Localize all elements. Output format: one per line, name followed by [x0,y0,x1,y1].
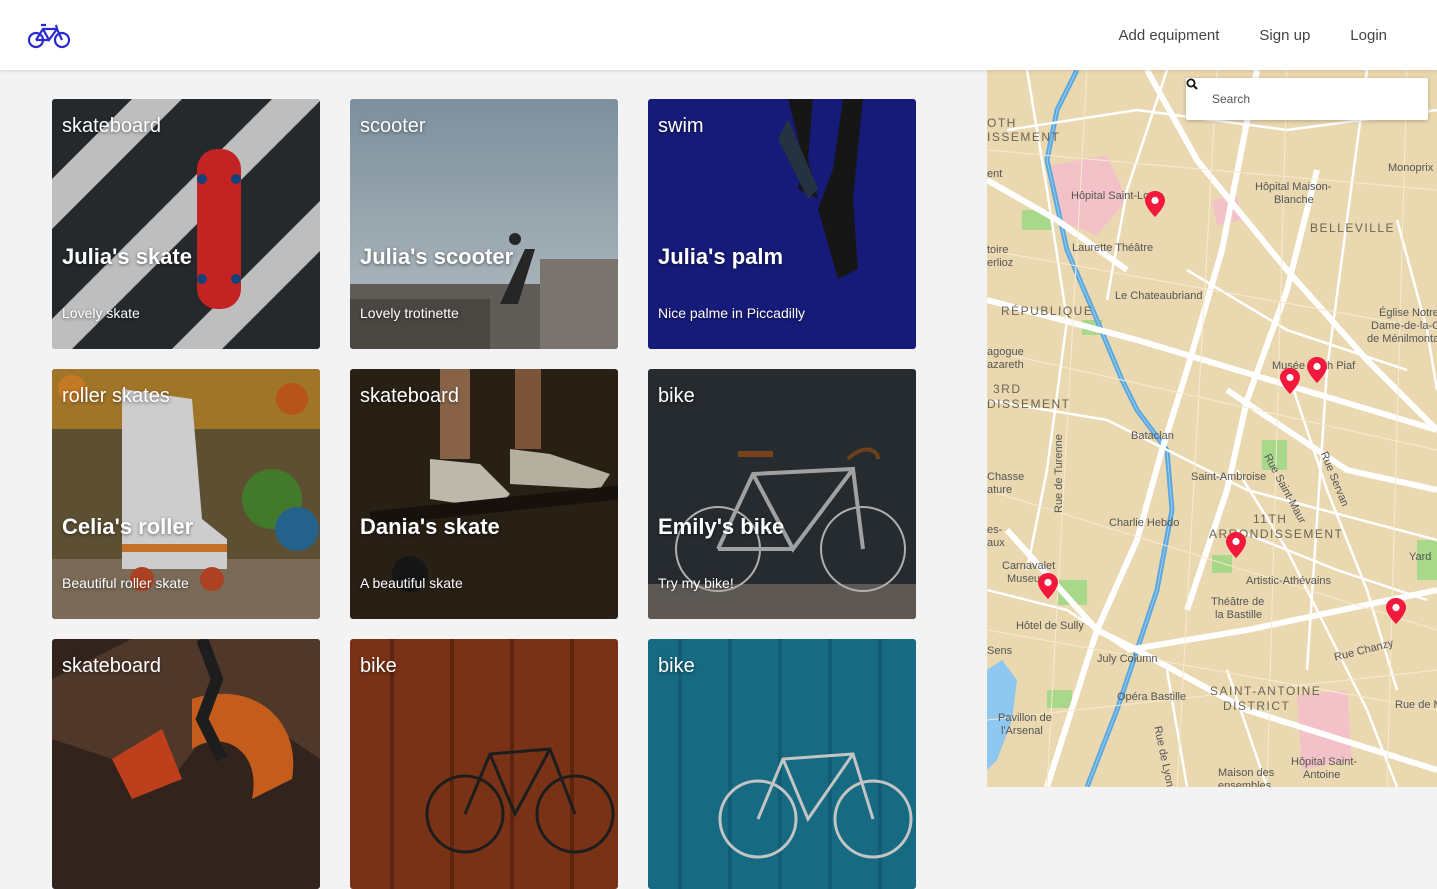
equipment-card[interactable]: swim Julia's palm Nice palme in Piccadil… [648,99,916,349]
map-label: Sens [987,645,1013,657]
card-description: Nice palme in Piccadilly [658,305,806,321]
equipment-card[interactable]: skateboard [52,639,320,889]
card-title: Julia's palm [658,244,784,269]
map-label: ent [987,168,1003,180]
map-label: Bataclan [1131,430,1174,442]
card-title: Julia's skate [62,244,192,269]
card-category: skateboard [62,115,161,137]
login-link[interactable]: Login [1350,27,1387,44]
equipment-grid: skateboard Julia's skate Lovely skate sc… [52,99,916,889]
card-category: skateboard [360,385,459,407]
map-search-input[interactable] [1212,92,1392,106]
card-category: roller skates [62,385,170,407]
map-label: agogue [987,346,1024,358]
map-tiles [987,70,1437,787]
card-title: Emily's bike [658,514,785,539]
map-label: Hôtel de Sully [1016,620,1084,632]
map-label: DISTRICT [1223,699,1291,713]
equipment-card[interactable]: roller skates Celia's roller Beautiful r… [52,369,320,619]
map-label: July Column [1097,653,1158,665]
map-label: Dame-de-la-Croix [1371,320,1437,332]
map-label: ensembles [1218,780,1272,787]
map-label: Pavillon de [998,712,1052,724]
map-label: Rue de Turenne [1053,434,1065,513]
map-label: toire [987,244,1009,256]
map-label: Théâtre de [1211,596,1265,608]
map-label: OTH [987,116,1017,130]
map-label: Yard [1409,551,1432,563]
map-label: aux [987,537,1005,549]
map-label: Laurette Théâtre [1072,242,1154,254]
map-label: Le Chateaubriand [1115,290,1203,302]
map-label: Hôpital Saint- [1291,756,1358,768]
map-pin-icon[interactable] [1307,357,1327,383]
map-label: RÉPUBLIQUE [1001,304,1094,318]
sign-up-link[interactable]: Sign up [1259,27,1310,44]
map-label: Antoine [1303,769,1341,781]
card-description: Lovely skate [62,305,140,321]
equipment-card[interactable]: bike [648,639,916,889]
map-label: erlioz [987,257,1014,269]
equipment-card[interactable]: bike [350,639,618,889]
map-label: Blanche [1274,194,1314,206]
map-label: BELLEVILLE [1310,221,1396,235]
map-search-box [1186,78,1428,120]
map-label: Saint-Ambroise [1191,471,1267,483]
add-equipment-link[interactable]: Add equipment [1119,27,1220,44]
card-description: A beautiful skate [360,575,463,591]
map-label: SAINT-ANTOINE [1210,684,1322,698]
map-label: 11TH [1253,512,1288,526]
map-label: Opéra Bastille [1117,691,1187,703]
map-panel[interactable]: OTH ISSEMENT ent Hôpital Saint-Louis Lau… [987,70,1437,787]
map-label: l'Arsenal [1001,725,1043,737]
map-label: ISSEMENT [987,130,1061,144]
map-label: 3RD [993,382,1022,396]
map-pin-icon[interactable] [1038,573,1058,599]
card-description: Lovely trotinette [360,305,459,321]
search-icon [1186,78,1198,90]
equipment-card[interactable]: skateboard Julia's skate Lovely skate [52,99,320,349]
map-label: Monoprix [1388,162,1434,174]
bike-logo-icon[interactable] [27,20,71,50]
card-title: Julia's scooter [360,244,514,269]
map-label: Chasse [987,471,1025,483]
top-navbar: Add equipment Sign up Login [0,0,1437,70]
map-pin-icon[interactable] [1280,368,1300,394]
card-category: bike [658,655,695,677]
card-category: scooter [360,115,426,137]
card-title: Dania's skate [360,514,500,539]
card-category: bike [658,385,695,407]
map-label: Rue de Mo [1395,699,1437,711]
map-pin-icon[interactable] [1386,598,1406,624]
card-description: Try my bike! [658,575,734,591]
map-label: Maison des [1218,767,1275,779]
card-category: skateboard [62,655,161,677]
map-pin-icon[interactable] [1226,532,1246,558]
equipment-card[interactable]: bike Emily's bike Try my bike! [648,369,916,619]
map-label: es- [987,524,1003,536]
equipment-card[interactable]: skateboard Dania's skate A beautiful ska… [350,369,618,619]
card-category: swim [658,115,704,137]
map-label: de Ménilmontant [1367,333,1437,345]
map-label: DISSEMENT [987,397,1071,411]
card-title: Celia's roller [62,514,194,539]
equipment-card[interactable]: scooter Julia's scooter Lovely trotinett… [350,99,618,349]
map-label: la Bastille [1215,609,1263,621]
map-label: Charlie Hebdo [1109,517,1180,529]
map-label: Artistic-Athévains [1246,575,1331,587]
map-label: Hôpital Maison- [1255,181,1332,193]
map-label: Carnavalet [1002,560,1056,572]
card-category: bike [360,655,397,677]
map-pin-icon[interactable] [1145,191,1165,217]
map-label: azareth [987,359,1024,371]
card-description: Beautiful roller skate [62,575,189,591]
map-label: Église Notre- [1379,307,1437,319]
map-label: ature [987,484,1013,496]
